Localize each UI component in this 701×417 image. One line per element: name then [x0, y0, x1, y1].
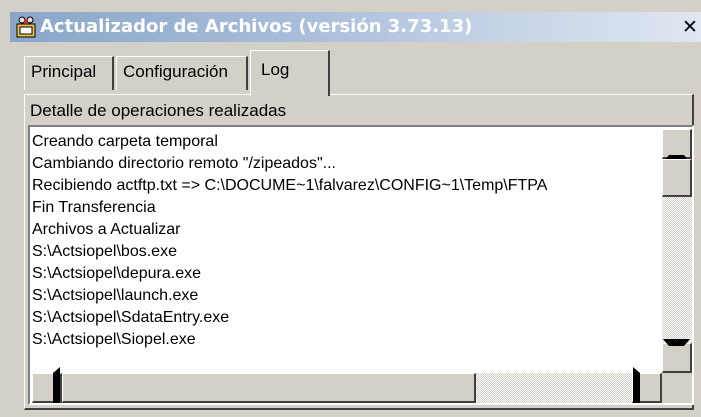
arrow-right-icon — [633, 366, 660, 403]
scroll-down-button[interactable] — [662, 339, 692, 373]
arrow-up-icon — [663, 127, 690, 162]
scroll-left-button[interactable] — [32, 366, 62, 403]
log-line[interactable]: Fin Transferencia — [32, 197, 664, 219]
log-line[interactable]: Archivos a Actualizar — [32, 219, 664, 241]
tab-configuracion[interactable]: Configuración — [116, 56, 248, 90]
log-line[interactable]: S:\Actsiopel\depura.exe — [32, 263, 664, 285]
log-group-label: Detalle de operaciones realizadas — [30, 101, 287, 120]
title-bar[interactable]: Actualizador de Archivos (versión 3.73.1… — [10, 12, 701, 42]
log-line[interactable]: S:\Actsiopel\Siopel.exe — [32, 329, 664, 351]
horizontal-scroll-thumb[interactable] — [62, 373, 476, 403]
scroll-right-button[interactable] — [632, 366, 662, 403]
log-lines: Creando carpeta temporal Cambiando direc… — [32, 131, 664, 369]
log-line[interactable]: S:\Actsiopel\bos.exe — [32, 241, 664, 263]
tab-principal[interactable]: Principal — [24, 56, 114, 90]
close-button[interactable]: ✕ — [679, 16, 701, 38]
arrow-down-icon — [663, 339, 690, 376]
log-listbox[interactable]: Creando carpeta temporal Cambiando direc… — [28, 125, 694, 405]
scroll-up-button[interactable] — [662, 129, 692, 162]
vertical-scrollbar[interactable] — [662, 129, 692, 373]
log-line[interactable]: S:\Actsiopel\launch.exe — [32, 285, 664, 307]
scrollbar-corner — [662, 373, 692, 403]
log-line[interactable]: S:\Actsiopel\SdataEntry.exe — [32, 307, 664, 329]
app-window: Actualizador de Archivos (versión 3.73.1… — [0, 0, 701, 417]
log-line[interactable]: Creando carpeta temporal — [32, 131, 664, 153]
tab-log[interactable]: Log — [250, 50, 330, 96]
window-title: Actualizador de Archivos (versión 3.73.1… — [40, 16, 473, 37]
app-update-icon — [16, 16, 36, 38]
log-line[interactable]: Recibiendo actftp.txt => C:\DOCUME~1\fal… — [32, 175, 664, 197]
horizontal-scrollbar[interactable] — [32, 366, 662, 403]
arrow-left-icon — [33, 366, 60, 403]
log-line[interactable]: Cambiando directorio remoto "/zipeados".… — [32, 153, 664, 175]
vertical-scroll-thumb[interactable] — [662, 159, 692, 197]
